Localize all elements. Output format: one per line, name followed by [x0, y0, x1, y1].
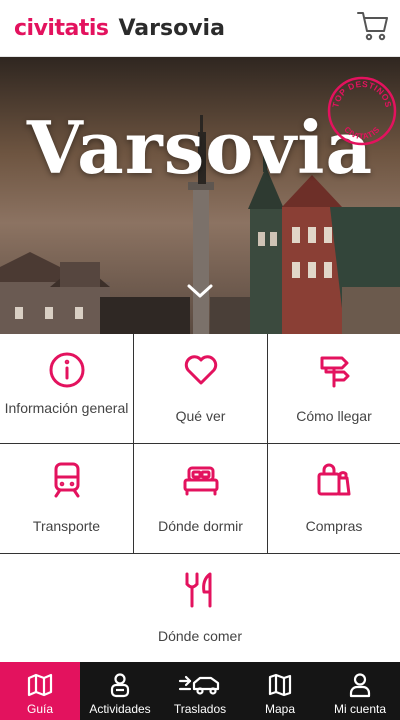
svg-text:CIVITATIS: CIVITATIS: [342, 125, 381, 141]
app-header: civitatis Varsovia: [0, 0, 400, 57]
top-destinos-badge: TOP DESTINOS CIVITATIS: [327, 76, 397, 146]
bed-icon: [183, 466, 218, 496]
menu-item-como-llegar[interactable]: Cómo llegar: [268, 334, 400, 443]
civitatis-logo[interactable]: civitatis: [14, 16, 109, 41]
menu-item-label: Información general: [4, 400, 129, 416]
nav-label: Traslados: [173, 702, 227, 716]
heart-icon: [184, 355, 217, 385]
badge-top-text: TOP DESTINOS: [330, 79, 393, 109]
menu-item-transporte[interactable]: Transporte: [0, 444, 133, 553]
map-icon: [27, 673, 53, 697]
menu-item-donde-dormir[interactable]: Dónde dormir: [134, 444, 267, 553]
user-icon: [349, 673, 371, 698]
nav-label: Mi cuenta: [333, 702, 387, 716]
person-icon: [110, 673, 130, 698]
nav-item-guia[interactable]: Guía: [0, 662, 80, 720]
folded-map-icon: [268, 673, 292, 697]
menu-item-donde-comer[interactable]: Dónde comer: [0, 554, 400, 662]
menu-item-label: Cómo llegar: [296, 408, 372, 424]
svg-text:TOP DESTINOS: TOP DESTINOS: [330, 79, 394, 109]
grid-divider: [0, 443, 400, 444]
nav-item-actividades[interactable]: Actividades: [80, 662, 160, 720]
chevron-down-icon[interactable]: [186, 283, 214, 299]
nav-label: Mapa: [264, 702, 296, 716]
bottom-navigation: Guía Actividades Traslados Mapa Mi cuent…: [0, 662, 400, 720]
menu-item-label: Dónde dormir: [158, 518, 243, 534]
cart-icon[interactable]: [356, 9, 390, 43]
signpost-icon: [320, 356, 350, 388]
menu-item-compras[interactable]: Compras: [268, 444, 400, 553]
shopping-bags-icon: [317, 463, 351, 496]
nav-label: Guía: [26, 702, 53, 716]
menu-item-label: Transporte: [32, 518, 101, 534]
menu-item-label: Qué ver: [175, 408, 226, 424]
train-icon: [54, 462, 79, 498]
menu-item-label: Compras: [305, 518, 363, 534]
menu-item-label: Dónde comer: [157, 628, 243, 644]
hero-banner: Varsovia TOP DESTINOS CIVITATIS: [0, 57, 400, 334]
nav-item-traslados[interactable]: Traslados: [160, 662, 240, 720]
nav-item-mapa[interactable]: Mapa: [240, 662, 320, 720]
info-icon: [49, 352, 84, 388]
car-icon: [178, 675, 220, 695]
page-title: Varsovia: [118, 15, 225, 41]
badge-bottom-text: CIVITATIS: [342, 125, 381, 141]
menu-item-informacion-general[interactable]: Información general: [0, 334, 133, 443]
nav-label: Actividades: [89, 702, 151, 716]
grid-divider: [0, 553, 400, 554]
fork-knife-icon: [185, 572, 212, 608]
nav-item-mi-cuenta[interactable]: Mi cuenta: [320, 662, 400, 720]
menu-item-que-ver[interactable]: Qué ver: [134, 334, 267, 443]
